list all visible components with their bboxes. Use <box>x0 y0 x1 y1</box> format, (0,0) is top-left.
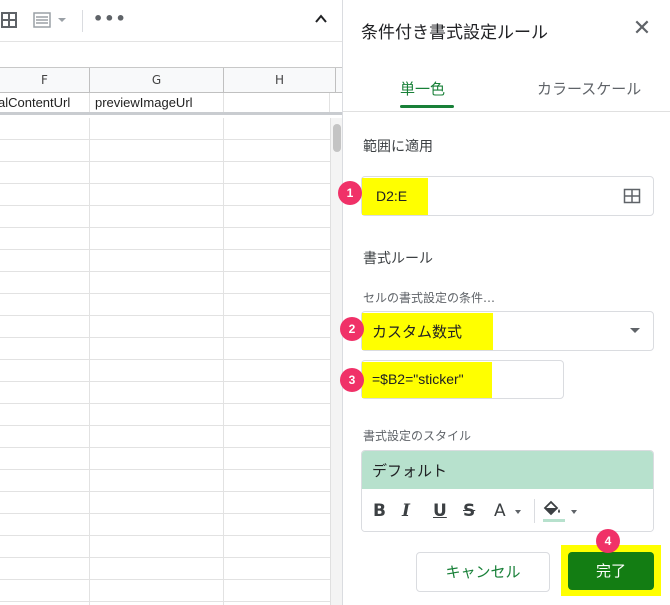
select-range-icon[interactable] <box>623 187 641 205</box>
cell-h1[interactable] <box>224 93 330 112</box>
custom-formula-input[interactable]: =$B2="sticker" <box>361 360 564 399</box>
formula-bar[interactable] <box>0 42 342 68</box>
conditional-format-panel: 条件付き書式設定ルール ✕ 単一色 カラースケール 範囲に適用 D2:E 書式ル… <box>342 0 670 605</box>
column-header-g[interactable]: G <box>90 68 224 93</box>
apply-range-value[interactable]: D2:E <box>376 188 407 204</box>
cancel-button[interactable]: キャンセル <box>416 552 550 592</box>
more-horizontal-icon[interactable]: ••• <box>93 9 127 29</box>
step-badge-4: 4 <box>596 529 620 553</box>
custom-formula-value[interactable]: =$B2="sticker" <box>372 371 464 387</box>
condition-value[interactable]: カスタム数式 <box>372 321 462 342</box>
active-tab-indicator <box>400 105 454 108</box>
format-rules-label: 書式ルール <box>363 251 433 267</box>
fill-color-swatch <box>543 519 565 522</box>
fill-color-caret-icon[interactable] <box>571 510 577 514</box>
column-header-f[interactable]: F <box>0 68 90 93</box>
bold-icon[interactable]: B <box>373 501 386 521</box>
column-headers: F G H <box>0 68 342 93</box>
header-row: alContentUrl previewImageUrl <box>0 93 342 115</box>
style-preview[interactable]: デフォルト <box>362 451 653 489</box>
column-header-h[interactable]: H <box>224 68 336 93</box>
apply-range-input[interactable]: D2:E <box>361 176 654 216</box>
panel-title: 条件付き書式設定ルール <box>361 23 548 43</box>
toolbar-divider <box>82 10 83 32</box>
text-color-caret-icon[interactable] <box>515 510 521 514</box>
tab-color-scale[interactable]: カラースケール <box>537 78 641 99</box>
filter-views-icon[interactable] <box>33 11 67 34</box>
spreadsheet-area: ••• F G H alContentUrl previewImageUrl <box>0 0 342 605</box>
tab-single-color[interactable]: 単一色 <box>400 78 445 99</box>
step-badge-1: 1 <box>338 181 362 205</box>
format-style-box: デフォルト B I U S A <box>361 450 654 532</box>
format-tabs: 単一色 カラースケール <box>343 64 670 112</box>
condition-select[interactable]: カスタム数式 <box>361 311 654 351</box>
scrollbar-thumb[interactable] <box>333 124 341 152</box>
style-divider <box>534 499 535 523</box>
underline-icon[interactable]: U <box>433 501 447 521</box>
condition-label: セルの書式設定の条件… <box>363 291 496 305</box>
text-color-icon[interactable]: A <box>494 501 506 521</box>
chevron-down-icon[interactable] <box>630 328 640 333</box>
cell-g1[interactable]: previewImageUrl <box>90 93 224 112</box>
style-toolbar: B I U S A <box>362 489 653 531</box>
cell-grid[interactable] <box>0 118 330 605</box>
sheet-toolbar: ••• <box>0 0 342 42</box>
format-style-label: 書式設定のスタイル <box>363 429 472 443</box>
apply-range-label: 範囲に適用 <box>363 139 433 155</box>
step-badge-2: 2 <box>340 317 364 341</box>
grid-icon[interactable] <box>0 11 18 34</box>
italic-icon[interactable]: I <box>402 501 410 521</box>
chevron-up-icon[interactable] <box>313 11 329 32</box>
cell-f1[interactable]: alContentUrl <box>0 93 90 112</box>
step-badge-3: 3 <box>340 368 364 392</box>
style-preview-text: デフォルト <box>372 462 448 480</box>
done-button[interactable]: 完了 <box>568 552 654 590</box>
close-icon[interactable]: ✕ <box>630 17 654 41</box>
strikethrough-icon[interactable]: S <box>463 501 475 521</box>
